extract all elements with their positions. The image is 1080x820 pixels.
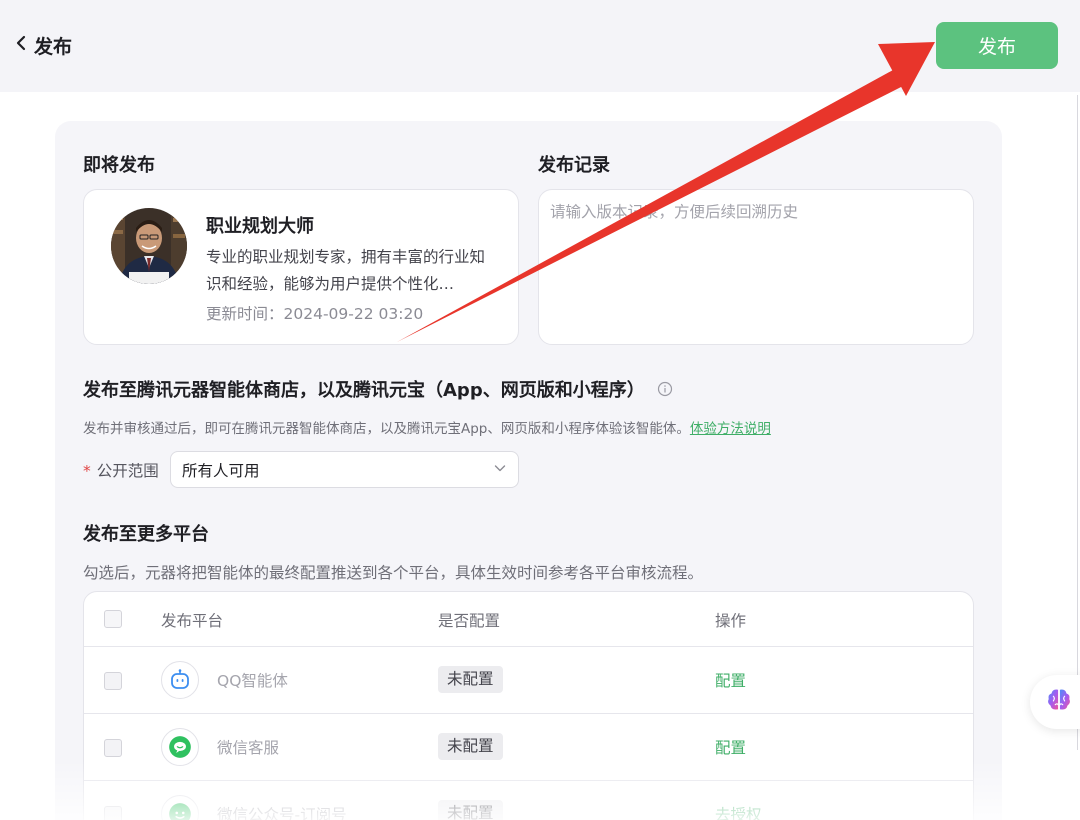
agent-description: 专业的职业规划专家，拥有丰富的行业知识和经验，能够为用户提供个性化… xyxy=(206,248,486,293)
table-header-row: 发布平台 是否配置 操作 xyxy=(84,592,973,647)
config-status-badge: 未配置 xyxy=(438,800,503,820)
assistant-float-button[interactable] xyxy=(1030,675,1080,729)
config-status-badge: 未配置 xyxy=(438,666,503,693)
more-platforms-description: 勾选后，元器将把智能体的最终配置推送到各个平台，具体生效时间参考各平台审核流程。 xyxy=(83,564,704,582)
store-title-text: 发布至腾讯元器智能体商店，以及腾讯元宝（App、网页版和小程序） xyxy=(83,380,645,401)
row-checkbox[interactable] xyxy=(104,806,122,820)
required-mark: * xyxy=(83,462,91,480)
scope-selected-value: 所有人可用 xyxy=(182,461,260,480)
store-description-text: 发布并审核通过后，即可在腾讯元器智能体商店，以及腾讯元宝App、网页版和小程序体… xyxy=(83,421,690,437)
platform-name: 微信公众号-订阅号 xyxy=(217,806,347,820)
scroll-edge-divider xyxy=(1077,95,1078,750)
agent-update-time: 更新时间：2024-09-22 03:20 xyxy=(206,305,424,323)
version-record-input[interactable] xyxy=(538,189,974,345)
store-section-title: 发布至腾讯元器智能体商店，以及腾讯元宝（App、网页版和小程序） xyxy=(83,376,673,402)
authorize-link[interactable]: 去授权 xyxy=(715,803,762,820)
publish-button[interactable]: 发布 xyxy=(936,22,1058,69)
brain-icon xyxy=(1044,685,1074,719)
publish-card: 即将发布 发布记录 职业规划大师 专业的职业规划专家，拥有丰富的行业知识和经验，… xyxy=(55,121,1002,820)
page-body: 即将发布 发布记录 职业规划大师 专业的职业规划专家，拥有丰富的行业知识和经验，… xyxy=(0,92,1080,820)
row-checkbox[interactable] xyxy=(104,672,122,690)
configure-link[interactable]: 配置 xyxy=(715,669,746,691)
top-bar: 发布 发布 xyxy=(0,0,1080,92)
wechat-official-icon xyxy=(161,795,199,820)
platform-name: QQ智能体 xyxy=(217,672,288,690)
table-row: QQ智能体 未配置 配置 xyxy=(84,647,973,714)
config-status-badge: 未配置 xyxy=(438,733,503,760)
chevron-left-icon xyxy=(12,34,30,56)
select-all-checkbox[interactable] xyxy=(104,610,122,628)
record-title: 发布记录 xyxy=(538,155,610,176)
experience-guide-link[interactable]: 体验方法说明 xyxy=(690,421,771,437)
back-button[interactable]: 发布 xyxy=(12,30,72,60)
column-header-platform: 发布平台 xyxy=(161,612,224,630)
scope-label-text: 公开范围 xyxy=(96,462,159,480)
scope-label: * 公开范围 xyxy=(83,459,159,481)
column-header-action: 操作 xyxy=(715,612,747,630)
platform-name: 微信客服 xyxy=(217,739,280,757)
scope-select[interactable]: 所有人可用 xyxy=(170,451,519,488)
table-row: 微信公众号-订阅号 未配置 去授权 xyxy=(84,781,973,820)
wechat-icon xyxy=(161,728,199,766)
chevron-down-icon xyxy=(493,460,507,479)
back-label: 发布 xyxy=(34,35,73,58)
more-platforms-title: 发布至更多平台 xyxy=(83,524,209,545)
platform-table: 发布平台 是否配置 操作 QQ智能体 未配置 配置 微信客服 未配置 配置 微信… xyxy=(83,591,974,820)
column-header-config: 是否配置 xyxy=(438,612,501,630)
agent-card: 职业规划大师 专业的职业规划专家，拥有丰富的行业知识和经验，能够为用户提供个性化… xyxy=(83,189,519,345)
info-icon[interactable] xyxy=(657,381,673,397)
row-checkbox[interactable] xyxy=(104,739,122,757)
qq-bot-icon xyxy=(161,661,199,699)
upcoming-title: 即将发布 xyxy=(83,155,155,176)
table-row: 微信客服 未配置 配置 xyxy=(84,714,973,781)
agent-name: 职业规划大师 xyxy=(206,216,314,237)
agent-avatar xyxy=(111,208,187,284)
configure-link[interactable]: 配置 xyxy=(715,736,746,758)
store-description: 发布并审核通过后，即可在腾讯元器智能体商店，以及腾讯元宝App、网页版和小程序体… xyxy=(83,417,771,437)
